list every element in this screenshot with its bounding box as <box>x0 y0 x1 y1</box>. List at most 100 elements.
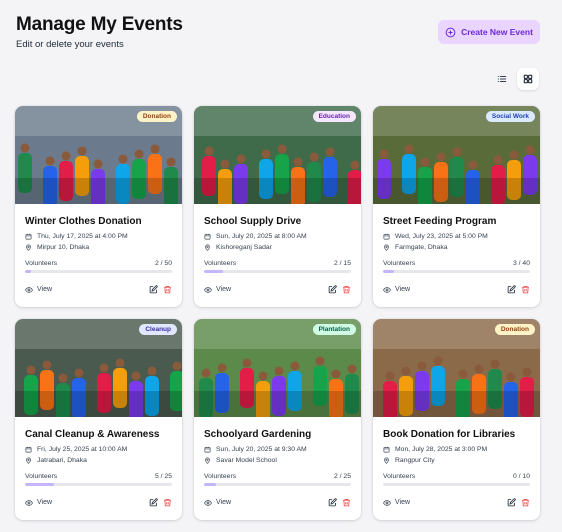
calendar-icon <box>25 446 32 453</box>
person-head <box>315 356 325 366</box>
view-button[interactable]: View <box>204 499 231 507</box>
person-head <box>385 371 395 381</box>
delete-button[interactable] <box>163 498 172 507</box>
trash-icon <box>522 499 529 507</box>
volunteers-row: Volunteers 2 / 25 <box>204 473 351 480</box>
volunteers-row: Volunteers 0 / 10 <box>383 473 530 480</box>
edit-icon <box>507 285 516 294</box>
person-head <box>290 361 300 371</box>
view-button[interactable]: View <box>383 499 410 507</box>
calendar-icon <box>204 233 211 240</box>
person-head <box>201 368 211 378</box>
volunteers-progress-fill <box>204 270 224 273</box>
person-head <box>261 149 271 159</box>
view-button[interactable]: View <box>25 499 52 507</box>
person-head <box>490 359 500 369</box>
edit-icon <box>149 285 158 294</box>
event-image: Social Work <box>373 106 540 204</box>
calendar-icon <box>204 446 211 453</box>
delete-button[interactable] <box>342 285 351 294</box>
event-card: Donation Book Donation for Libraries Mon… <box>373 319 540 520</box>
edit-button[interactable] <box>328 285 337 294</box>
event-image: Plantation <box>194 319 361 417</box>
delete-button[interactable] <box>163 285 172 294</box>
event-image: Donation <box>15 106 182 204</box>
page-title: Manage My Events <box>16 14 183 35</box>
create-button-label: Create New Event <box>461 27 533 37</box>
view-button[interactable]: View <box>383 286 410 294</box>
person-head <box>436 152 446 162</box>
event-date: Wed, July 23, 2025 at 5:00 PM <box>383 233 530 240</box>
list-view-button[interactable] <box>491 68 513 90</box>
edit-icon <box>507 498 516 507</box>
event-location: Kishoreganj Sadar <box>204 244 351 251</box>
event-location: Jatrabari, Dhaka <box>25 457 172 464</box>
eye-icon <box>204 286 212 293</box>
calendar-icon <box>25 233 32 240</box>
event-title: Schoolyard Gardening <box>204 429 312 440</box>
edit-button[interactable] <box>507 285 516 294</box>
map-pin-icon <box>205 244 210 251</box>
delete-button[interactable] <box>521 285 530 294</box>
view-label: View <box>37 286 53 293</box>
event-title: School Supply Drive <box>204 216 302 227</box>
grid-view-button[interactable] <box>517 68 539 90</box>
event-date-text: Sun, July 20, 2025 at 9:30 AM <box>216 446 307 453</box>
person-head <box>493 155 503 165</box>
eye-icon <box>204 499 212 506</box>
volunteers-progress-fill <box>204 483 216 486</box>
event-title: Canal Cleanup & Awareness <box>25 429 160 440</box>
person-head <box>331 369 341 379</box>
edit-button[interactable] <box>507 498 516 507</box>
person-head <box>26 365 36 375</box>
trash-icon <box>164 286 171 294</box>
calendar-icon <box>383 446 390 453</box>
delete-button[interactable] <box>521 498 530 507</box>
map-pin-icon <box>384 457 389 464</box>
person-head <box>150 144 160 154</box>
volunteers-progress-bar <box>204 483 351 486</box>
event-location-text: Farmgate, Dhaka <box>395 244 448 251</box>
person-head <box>220 159 230 169</box>
person-head <box>118 154 128 164</box>
create-new-event-button[interactable]: Create New Event <box>438 20 540 44</box>
event-location: Farmgate, Dhaka <box>383 244 530 251</box>
volunteers-progress-bar <box>204 270 351 273</box>
event-date: Sun, July 20, 2025 at 8:00 AM <box>204 233 351 240</box>
eye-icon <box>383 499 391 506</box>
event-location-text: Savar Model School <box>216 457 277 464</box>
edit-button[interactable] <box>149 498 158 507</box>
edit-button[interactable] <box>328 498 337 507</box>
person-head <box>42 360 52 370</box>
event-date-text: Thu, July 17, 2025 at 4:00 PM <box>37 233 128 240</box>
volunteers-progress-bar <box>25 483 172 486</box>
event-location-text: Rangpur City <box>395 457 435 464</box>
map-pin-icon <box>205 457 210 464</box>
person-head <box>58 373 68 383</box>
person-head <box>420 157 430 167</box>
view-button[interactable]: View <box>204 286 231 294</box>
volunteers-count: 2 / 50 <box>154 260 172 267</box>
delete-button[interactable] <box>342 498 351 507</box>
category-badge: Plantation <box>312 324 356 335</box>
volunteers-label: Volunteers <box>204 260 237 267</box>
edit-button[interactable] <box>149 285 158 294</box>
grid-icon <box>523 74 533 84</box>
person-head <box>99 363 109 373</box>
view-label: View <box>216 286 232 293</box>
map-pin-icon <box>26 244 31 251</box>
eye-icon <box>383 286 391 293</box>
volunteers-row: Volunteers 2 / 15 <box>204 260 351 267</box>
event-card: Plantation Schoolyard Gardening Sun, Jul… <box>194 319 361 520</box>
volunteers-progress-bar <box>383 270 530 273</box>
eye-icon <box>25 499 33 506</box>
person-head <box>525 145 535 155</box>
event-card: Education School Supply Drive Sun, July … <box>194 106 361 307</box>
view-button[interactable]: View <box>25 286 52 294</box>
person-head <box>77 146 87 156</box>
map-pin-icon <box>384 244 389 251</box>
category-badge: Donation <box>136 111 177 122</box>
trash-icon <box>343 499 350 507</box>
person-head <box>433 356 443 366</box>
person-head <box>509 150 519 160</box>
